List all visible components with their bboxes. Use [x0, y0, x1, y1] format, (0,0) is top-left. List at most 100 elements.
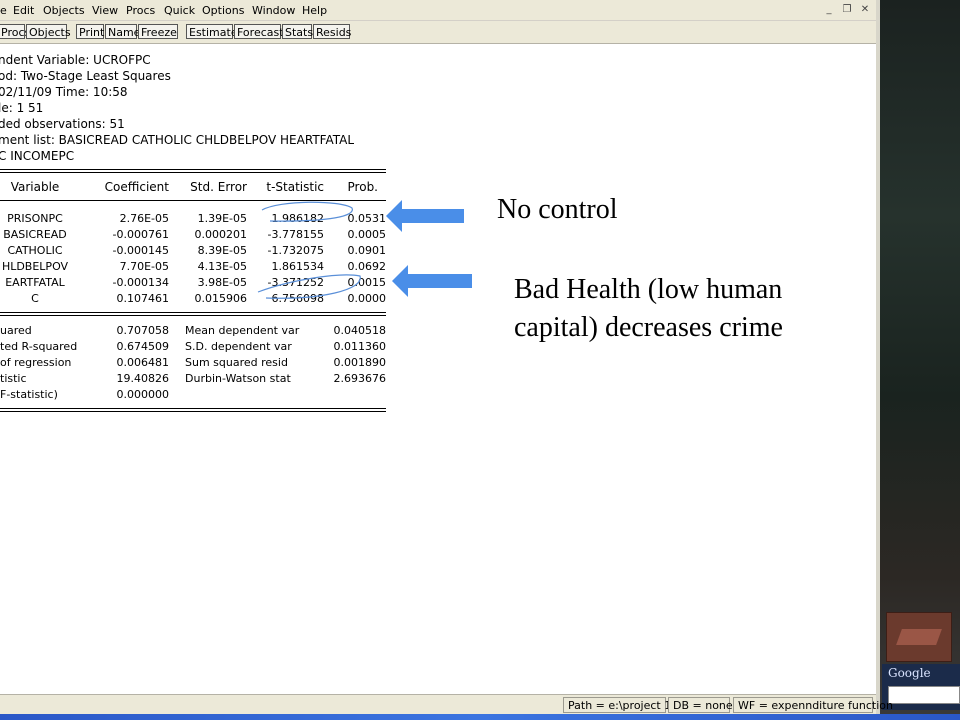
- stat-value: 0.040518: [333, 324, 387, 337]
- tile-shape: [896, 629, 942, 645]
- objects-button[interactable]: Objects: [26, 24, 71, 39]
- vertical-scrollbar[interactable]: [876, 0, 880, 720]
- variable-name: BASICREAD: [3, 228, 67, 241]
- variable-name: C: [31, 292, 39, 305]
- col-header-prob: Prob.: [347, 180, 378, 194]
- t-statistic-value: 1.986182: [271, 212, 325, 225]
- stat-value: 0.006481: [116, 356, 170, 369]
- stat-value: 0.707058: [116, 324, 170, 337]
- prob-value: 0.0531: [347, 212, 387, 225]
- t-statistic-value: -3.371252: [267, 276, 324, 289]
- stat-label: S.D. dependent var: [185, 340, 292, 353]
- std-error-value: 3.98E-05: [197, 276, 247, 289]
- toolbar: Procs Objects Print Name Freeze Estimate…: [0, 21, 876, 44]
- status-path: Path = e:\project 1: [563, 697, 671, 713]
- observations-line: ded observations: 51: [0, 117, 125, 131]
- date-time-line: 02/11/09 Time: 10:58: [0, 85, 128, 99]
- stats-rule-double: [0, 315, 386, 316]
- prob-value: 0.0005: [347, 228, 387, 241]
- status-db: DB = none: [668, 697, 733, 713]
- annotation-bad-health-line2: capital) decreases crime: [514, 312, 783, 343]
- google-search-widget: Google: [882, 664, 960, 710]
- col-header-t-statistic: t-Statistic: [266, 180, 324, 194]
- menu-help[interactable]: Help: [302, 4, 327, 17]
- menu-quick[interactable]: Quick: [164, 4, 195, 17]
- freeze-button[interactable]: Freeze: [138, 24, 178, 39]
- annotation-bad-health-line1: Bad Health (low human: [514, 274, 783, 305]
- status-wf: WF = expennditure function: [733, 697, 893, 713]
- google-search-input[interactable]: [888, 686, 960, 704]
- google-logo: Google: [888, 666, 931, 680]
- taskbar: [0, 714, 960, 720]
- stat-label: F-statistic): [0, 388, 58, 401]
- table-top-rule-double: [0, 172, 386, 173]
- coefficient-value: -0.000145: [112, 244, 169, 257]
- minimize-icon[interactable]: _: [822, 4, 836, 16]
- annotation-no-control: No control: [497, 194, 618, 225]
- std-error-value: 1.39E-05: [197, 212, 247, 225]
- prob-value: 0.0692: [347, 260, 387, 273]
- coefficient-value: -0.000134: [112, 276, 169, 289]
- variable-name: EARTFATAL: [5, 276, 65, 289]
- variable-name: HLDBELPOV: [1, 260, 69, 273]
- variable-name: CATHOLIC: [7, 244, 63, 257]
- close-icon[interactable]: ✕: [858, 4, 872, 16]
- t-statistic-value: 1.861534: [271, 260, 325, 273]
- menu-objects[interactable]: Objects: [43, 4, 85, 17]
- status-bar: Path = e:\project 1 DB = none WF = expen…: [0, 694, 893, 715]
- table-bottom-rule: [0, 408, 386, 409]
- coefficient-value: 2.76E-05: [119, 212, 169, 225]
- table-bottom-rule-double: [0, 411, 386, 412]
- stat-value: 0.001890: [333, 356, 387, 369]
- header-rule: [0, 200, 386, 201]
- menu-view[interactable]: View: [92, 4, 118, 17]
- stat-value: 19.40826: [116, 372, 170, 385]
- menu-procs[interactable]: Procs: [126, 4, 155, 17]
- stat-value: 2.693676: [333, 372, 387, 385]
- variable-name: PRISONPC: [7, 212, 63, 225]
- forecast-button[interactable]: Forecast: [234, 24, 284, 39]
- instrument-list-continued: C INCOMEPC: [0, 149, 75, 163]
- menu-file[interactable]: e: [0, 4, 7, 17]
- stats-button[interactable]: Stats: [282, 24, 313, 39]
- table-top-rule: [0, 169, 386, 170]
- procs-button[interactable]: Procs: [0, 24, 30, 39]
- stat-value: 0.011360: [333, 340, 387, 353]
- stats-rule: [0, 312, 386, 313]
- coefficient-value: 7.70E-05: [119, 260, 169, 273]
- col-header-std-error: Std. Error: [190, 180, 247, 194]
- std-error-value: 8.39E-05: [197, 244, 247, 257]
- stat-label: of regression: [0, 356, 72, 369]
- menu-edit[interactable]: Edit: [13, 4, 34, 17]
- t-statistic-value: 6.756098: [271, 292, 325, 305]
- name-button[interactable]: Name: [105, 24, 140, 39]
- stat-label: uared: [0, 324, 32, 337]
- instrument-list-line: ment list: BASICREAD CATHOLIC CHLDBELPOV…: [0, 133, 355, 147]
- resids-button[interactable]: Resids: [313, 24, 351, 39]
- desktop-tile-icon[interactable]: [886, 612, 952, 662]
- prob-value: 0.0000: [347, 292, 387, 305]
- estimate-button[interactable]: Estimate: [186, 24, 238, 39]
- menu-window[interactable]: Window: [252, 4, 295, 17]
- stat-label: tistic: [0, 372, 27, 385]
- stat-label: Durbin-Watson stat: [185, 372, 291, 385]
- coefficient-value: 0.107461: [116, 292, 170, 305]
- print-button[interactable]: Print: [76, 24, 104, 39]
- prob-value: 0.0015: [347, 276, 387, 289]
- menu-options[interactable]: Options: [202, 4, 244, 17]
- std-error-value: 0.015906: [194, 292, 248, 305]
- menu-bar: e Edit Objects View Procs Quick Options …: [0, 0, 876, 21]
- dependent-variable-line: ndent Variable: UCROFPC: [0, 53, 151, 67]
- stat-label: Mean dependent var: [185, 324, 300, 337]
- coefficient-value: -0.000761: [112, 228, 169, 241]
- stat-label: ted R-squared: [0, 340, 78, 353]
- t-statistic-value: -3.778155: [267, 228, 324, 241]
- restore-icon[interactable]: ❐: [840, 4, 854, 16]
- stat-label: Sum squared resid: [185, 356, 288, 369]
- col-header-coefficient: Coefficient: [104, 180, 169, 194]
- stat-value: 0.000000: [116, 388, 170, 401]
- stat-value: 0.674509: [116, 340, 170, 353]
- col-header-variable: Variable: [10, 180, 60, 194]
- prob-value: 0.0901: [347, 244, 387, 257]
- t-statistic-value: -1.732075: [267, 244, 324, 257]
